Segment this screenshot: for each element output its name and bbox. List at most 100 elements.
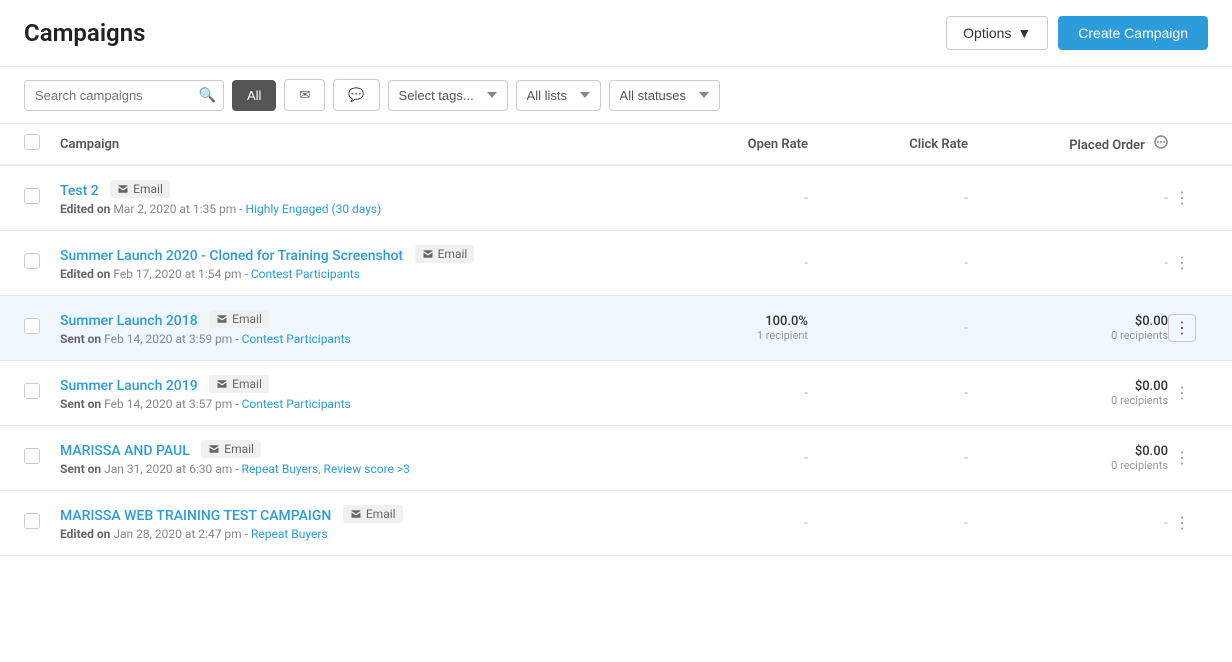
campaign-info: MARISSA AND PAUL Email Sent on Jan 31, 2… bbox=[60, 440, 648, 476]
placed-order-cell: $0.000 recipients bbox=[968, 314, 1168, 342]
row-checkbox[interactable] bbox=[24, 318, 40, 334]
more-actions-button[interactable]: ⋮ bbox=[1168, 509, 1196, 537]
open-rate-cell: - bbox=[648, 191, 808, 206]
campaign-meta: Edited on Feb 17, 2020 at 1:54 pm - Cont… bbox=[60, 267, 648, 281]
campaign-name-link[interactable]: Summer Launch 2019 bbox=[60, 378, 198, 394]
row-checkbox[interactable] bbox=[24, 188, 40, 204]
campaign-name-row: Test 2 Email bbox=[60, 180, 648, 199]
campaign-badge: Email bbox=[209, 375, 269, 393]
open-rate-cell: - bbox=[648, 256, 808, 271]
campaign-info: Test 2 Email Edited on Mar 2, 2020 at 1:… bbox=[60, 180, 648, 216]
row-actions-cell: ⋮ bbox=[1168, 509, 1208, 537]
campaign-name-row: Summer Launch 2019 Email bbox=[60, 375, 648, 394]
table-row: Summer Launch 2018 Email Sent on Feb 14,… bbox=[0, 296, 1232, 361]
campaign-meta-action: Sent on bbox=[60, 397, 101, 411]
open-rate-cell: - bbox=[648, 516, 808, 531]
row-actions-cell: ⋮ bbox=[1168, 314, 1208, 342]
create-campaign-button[interactable]: Create Campaign bbox=[1058, 16, 1208, 50]
table-row: MARISSA WEB TRAINING TEST CAMPAIGN Email… bbox=[0, 491, 1232, 556]
campaign-tag: Highly Engaged (30 days) bbox=[246, 202, 382, 216]
campaign-name-link[interactable]: Test 2 bbox=[60, 183, 99, 199]
campaign-name-link[interactable]: MARISSA AND PAUL bbox=[60, 443, 190, 459]
campaign-name-link[interactable]: Summer Launch 2020 - Cloned for Training… bbox=[60, 248, 403, 264]
row-actions-cell: ⋮ bbox=[1168, 444, 1208, 472]
search-input[interactable] bbox=[24, 80, 224, 111]
col-campaign-label: Campaign bbox=[60, 137, 648, 152]
placed-order-sub: 0 recipients bbox=[968, 394, 1168, 407]
col-click-rate-label: Click Rate bbox=[808, 137, 968, 152]
campaign-badge: Email bbox=[343, 505, 403, 523]
row-actions-cell: ⋮ bbox=[1168, 379, 1208, 407]
campaign-name-row: Summer Launch 2018 Email bbox=[60, 310, 648, 329]
campaign-meta-date: Feb 17, 2020 at 1:54 pm bbox=[113, 267, 241, 281]
more-actions-button[interactable]: ⋮ bbox=[1168, 249, 1196, 277]
search-icon[interactable]: 🔍 bbox=[199, 87, 216, 104]
campaign-tag: Repeat Buyers bbox=[251, 527, 328, 541]
options-button[interactable]: Options ▼ bbox=[946, 16, 1048, 50]
campaign-badge: Email bbox=[209, 310, 269, 328]
click-rate-cell: - bbox=[808, 386, 968, 401]
filter-email-button[interactable]: ✉ bbox=[284, 79, 325, 111]
campaign-meta: Edited on Jan 28, 2020 at 2:47 pm - Repe… bbox=[60, 527, 648, 541]
col-open-rate-label: Open Rate bbox=[648, 137, 808, 152]
row-checkbox[interactable] bbox=[24, 513, 40, 529]
open-rate-value: 100.0% bbox=[765, 314, 808, 329]
campaign-meta-action: Edited on bbox=[60, 267, 110, 281]
row-checkbox-cell bbox=[24, 513, 60, 533]
row-checkbox-cell bbox=[24, 188, 60, 208]
placed-order-sub: 0 recipients bbox=[968, 459, 1168, 472]
lists-select[interactable]: All lists bbox=[516, 80, 601, 111]
table-row: Summer Launch 2019 Email Sent on Feb 14,… bbox=[0, 361, 1232, 426]
open-rate-cell: - bbox=[648, 451, 808, 466]
filter-all-button[interactable]: All bbox=[232, 80, 276, 111]
campaign-name-row: MARISSA WEB TRAINING TEST CAMPAIGN Email bbox=[60, 505, 648, 524]
campaign-tag: Contest Participants bbox=[251, 267, 360, 281]
placed-order-amount: $0.00 bbox=[1135, 314, 1168, 329]
page-header: Campaigns Options ▼ Create Campaign bbox=[0, 0, 1232, 67]
email-icon: ✉ bbox=[299, 87, 310, 103]
header-actions: Options ▼ Create Campaign bbox=[946, 16, 1208, 50]
more-actions-button[interactable]: ⋮ bbox=[1168, 444, 1196, 472]
row-checkbox-cell bbox=[24, 383, 60, 403]
click-rate-cell: - bbox=[808, 191, 968, 206]
select-all-cell bbox=[24, 134, 60, 154]
campaign-meta-date: Mar 2, 2020 at 1:35 pm bbox=[113, 202, 236, 216]
placed-order-cell: $0.000 recipients bbox=[968, 379, 1168, 407]
more-actions-button[interactable]: ⋮ bbox=[1168, 379, 1196, 407]
campaign-name-link[interactable]: Summer Launch 2018 bbox=[60, 313, 198, 329]
more-actions-button[interactable]: ⋮ bbox=[1168, 184, 1196, 212]
campaign-meta: Edited on Mar 2, 2020 at 1:35 pm - Highl… bbox=[60, 202, 648, 216]
click-rate-cell: - bbox=[808, 516, 968, 531]
placed-order-settings-icon[interactable] bbox=[1154, 135, 1168, 149]
campaign-meta: Sent on Feb 14, 2020 at 3:57 pm - Contes… bbox=[60, 397, 648, 411]
campaign-meta: Sent on Feb 14, 2020 at 3:59 pm - Contes… bbox=[60, 332, 648, 346]
select-all-checkbox[interactable] bbox=[24, 134, 40, 150]
campaign-name-row: MARISSA AND PAUL Email bbox=[60, 440, 648, 459]
row-actions-cell: ⋮ bbox=[1168, 184, 1208, 212]
row-checkbox-cell bbox=[24, 448, 60, 468]
placed-order-cell: - bbox=[968, 191, 1168, 206]
campaign-name-link[interactable]: MARISSA WEB TRAINING TEST CAMPAIGN bbox=[60, 508, 331, 524]
campaign-meta-action: Edited on bbox=[60, 202, 110, 216]
campaign-tag: Contest Participants bbox=[242, 397, 351, 411]
more-actions-button[interactable]: ⋮ bbox=[1168, 314, 1196, 342]
click-rate-cell: - bbox=[808, 451, 968, 466]
campaigns-list: Test 2 Email Edited on Mar 2, 2020 at 1:… bbox=[0, 166, 1232, 556]
row-checkbox[interactable] bbox=[24, 383, 40, 399]
campaign-meta-action: Edited on bbox=[60, 527, 110, 541]
tags-select[interactable]: Select tags... bbox=[388, 80, 508, 111]
click-rate-cell: - bbox=[808, 256, 968, 271]
row-checkbox[interactable] bbox=[24, 448, 40, 464]
filter-sms-button[interactable]: 💬 bbox=[333, 79, 379, 111]
placed-order-cell: $0.000 recipients bbox=[968, 444, 1168, 472]
statuses-select[interactable]: All statuses bbox=[609, 80, 720, 111]
table-row: Summer Launch 2020 - Cloned for Training… bbox=[0, 231, 1232, 296]
campaign-meta-action: Sent on bbox=[60, 462, 101, 476]
campaign-info: Summer Launch 2018 Email Sent on Feb 14,… bbox=[60, 310, 648, 346]
click-rate-cell: - bbox=[808, 321, 968, 336]
open-rate-cell: 100.0%1 recipient bbox=[648, 314, 808, 342]
row-checkbox[interactable] bbox=[24, 253, 40, 269]
options-label: Options bbox=[963, 25, 1011, 41]
placed-order-cell: - bbox=[968, 516, 1168, 531]
placed-order-amount: $0.00 bbox=[1135, 379, 1168, 394]
